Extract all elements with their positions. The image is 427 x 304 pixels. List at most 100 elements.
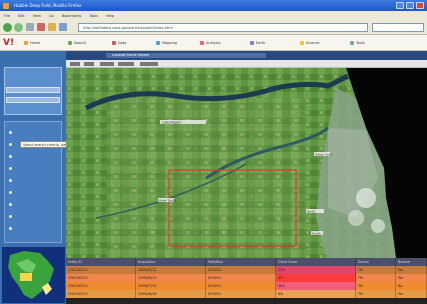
satellite-map[interactable]: Lake Region Urban Area River Delta North…	[66, 68, 427, 258]
table-cell: Yes	[396, 266, 427, 274]
table-cell: 4%	[276, 274, 356, 282]
layer-button[interactable]	[140, 62, 158, 66]
dataset-checkbox[interactable]	[9, 215, 12, 218]
table-cell: LT50230315	[66, 290, 136, 298]
results-table: Entity ID Acquisition Path/Row Cloud Cov…	[66, 258, 427, 304]
column-header[interactable]: Browse	[396, 258, 427, 266]
bookmark-item[interactable]: Science	[300, 39, 320, 47]
home-icon[interactable]	[48, 23, 56, 31]
map-label: North	[307, 210, 315, 214]
window-title: Hubble Deep Field, Mozilla Firefox	[14, 3, 82, 8]
table-row[interactable]: LT50230312 2009/05/12 023/031 12% TM Yes	[66, 266, 427, 274]
satellite-imagery: Lake Region Urban Area River Delta North…	[66, 68, 427, 258]
dataset-list	[4, 121, 62, 243]
table-cell: TM	[356, 274, 396, 282]
dataset-checkbox[interactable]	[9, 179, 12, 182]
table-cell: 023/031	[206, 266, 276, 274]
column-header[interactable]: Sensor	[356, 258, 396, 266]
dataset-checkbox[interactable]	[9, 227, 12, 230]
table-cell: No	[396, 282, 427, 290]
bookmark-star-icon[interactable]	[59, 23, 67, 31]
menu-help[interactable]: Help	[106, 14, 114, 18]
table-row[interactable]: LT50230314 2009/07/15 023/031 30% TM No	[66, 282, 427, 290]
bookmark-item[interactable]: Tools	[350, 39, 365, 47]
dataset-checkbox[interactable]	[9, 167, 12, 170]
dataset-checkbox[interactable]	[9, 155, 12, 158]
menu-bookmarks[interactable]: Bookmarks	[62, 14, 82, 18]
table-cell: TM	[356, 282, 396, 290]
table-cell: LT50230314	[66, 282, 136, 290]
column-header[interactable]: Entity ID	[66, 258, 136, 266]
table-cell: LT50230313	[66, 274, 136, 282]
menubar: File Edit View Go Bookmarks Tools Help	[0, 11, 427, 20]
map-label: Urban Area	[315, 153, 332, 157]
criteria-field[interactable]	[6, 97, 60, 103]
table-cell: 023/031	[206, 274, 276, 282]
table-cell: 2009/06/13	[136, 274, 206, 282]
bookmark-item[interactable]: Home	[24, 39, 40, 47]
stop-icon[interactable]	[37, 23, 45, 31]
table-cell: Yes	[396, 274, 427, 282]
left-control-panel	[0, 51, 66, 304]
column-header[interactable]: Acquisition	[136, 258, 206, 266]
results-header-row: Entity ID Acquisition Path/Row Cloud Cov…	[66, 258, 427, 266]
table-cell: 30%	[276, 282, 356, 290]
close-button[interactable]	[416, 2, 424, 9]
bookmark-item[interactable]: Mapping	[156, 39, 177, 47]
table-cell: Yes	[396, 290, 427, 298]
table-cell: 2009/07/15	[136, 282, 206, 290]
table-row[interactable]: LT50230313 2009/06/13 023/031 4% TM Yes	[66, 274, 427, 282]
table-row[interactable]: LT50230315 2009/08/16 023/031 8% TM Yes	[66, 290, 427, 298]
search-input[interactable]	[372, 23, 424, 32]
table-cell: 12%	[276, 266, 356, 274]
reload-icon[interactable]	[26, 23, 34, 31]
table-cell: 2009/05/12	[136, 266, 206, 274]
zoom-out-button[interactable]	[84, 62, 94, 66]
menu-file[interactable]: File	[4, 14, 10, 18]
bookmarks-toolbar: V! Home Search Data Mapping Analysis Ear…	[0, 35, 427, 51]
site-logo[interactable]: V!	[3, 37, 17, 49]
dataset-checkbox[interactable]	[9, 191, 12, 194]
criteria-field[interactable]	[6, 87, 60, 93]
map-toolbar: Landsat Scene Viewer	[66, 51, 427, 60]
map-subtoolbar	[66, 60, 427, 68]
window-titlebar: Hubble Deep Field, Mozilla Firefox	[0, 0, 427, 11]
map-label: South	[312, 232, 321, 236]
minimize-button[interactable]	[396, 2, 404, 9]
firefox-icon	[3, 3, 9, 9]
map-label: River Delta	[159, 199, 176, 203]
table-cell: 2009/08/16	[136, 290, 206, 298]
forward-button[interactable]	[14, 23, 23, 32]
window-controls	[396, 2, 424, 9]
menu-view[interactable]: View	[33, 14, 41, 18]
dataset-checkbox[interactable]	[9, 131, 12, 134]
table-cell: 8%	[276, 290, 356, 298]
menu-go[interactable]: Go	[49, 14, 54, 18]
dataset-checkbox[interactable]	[9, 203, 12, 206]
map-title: Landsat Scene Viewer	[112, 53, 150, 57]
bookmark-item[interactable]: Search	[68, 39, 86, 47]
map-label: Lake Region	[162, 121, 181, 125]
dataset-checkbox[interactable]	[9, 143, 12, 146]
menu-tools[interactable]: Tools	[89, 14, 98, 18]
table-cell: TM	[356, 266, 396, 274]
navigation-toolbar: http://earthdata.nasa.gov/earthexplorer/…	[0, 20, 427, 35]
overview-map-graphic	[2, 247, 65, 303]
maximize-button[interactable]	[406, 2, 414, 9]
table-cell: TM	[356, 290, 396, 298]
pan-button[interactable]	[100, 62, 114, 66]
zoom-in-button[interactable]	[70, 62, 80, 66]
column-header[interactable]: Path/Row	[206, 258, 276, 266]
table-cell: 023/031	[206, 282, 276, 290]
table-cell: LT50230312	[66, 266, 136, 274]
menu-edit[interactable]: Edit	[18, 14, 25, 18]
bookmark-item[interactable]: Data	[112, 39, 126, 47]
overview-minimap[interactable]	[2, 247, 65, 303]
column-header[interactable]: Cloud Cover	[276, 258, 356, 266]
bookmark-item[interactable]: Analysis	[200, 39, 220, 47]
address-bar[interactable]: http://earthdata.nasa.gov/earthexplorer/…	[78, 23, 368, 32]
bookmark-item[interactable]: Earth	[250, 39, 265, 47]
back-button[interactable]	[3, 23, 12, 32]
table-cell: 023/031	[206, 290, 276, 298]
select-area-button[interactable]	[118, 62, 134, 66]
